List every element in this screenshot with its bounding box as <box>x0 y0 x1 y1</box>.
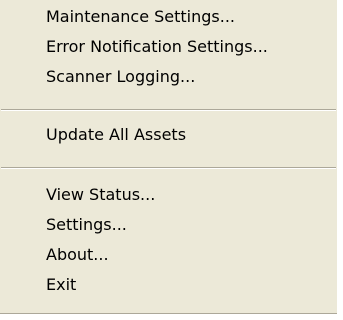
menu-item-about[interactable]: About... <box>46 244 109 266</box>
menu-item-scanner-logging[interactable]: Scanner Logging... <box>46 66 195 88</box>
menu-item-exit[interactable]: Exit <box>46 274 76 296</box>
menu-item-maintenance-settings[interactable]: Maintenance Settings... <box>46 6 235 28</box>
menu-separator <box>1 167 336 169</box>
menu-item-settings[interactable]: Settings... <box>46 214 127 236</box>
menu-item-view-status[interactable]: View Status... <box>46 184 155 206</box>
menu-item-error-notification-settings[interactable]: Error Notification Settings... <box>46 36 268 58</box>
menu-separator <box>1 109 336 111</box>
menu-item-update-all-assets[interactable]: Update All Assets <box>46 124 186 146</box>
context-menu: Maintenance Settings... Error Notificati… <box>0 0 337 314</box>
